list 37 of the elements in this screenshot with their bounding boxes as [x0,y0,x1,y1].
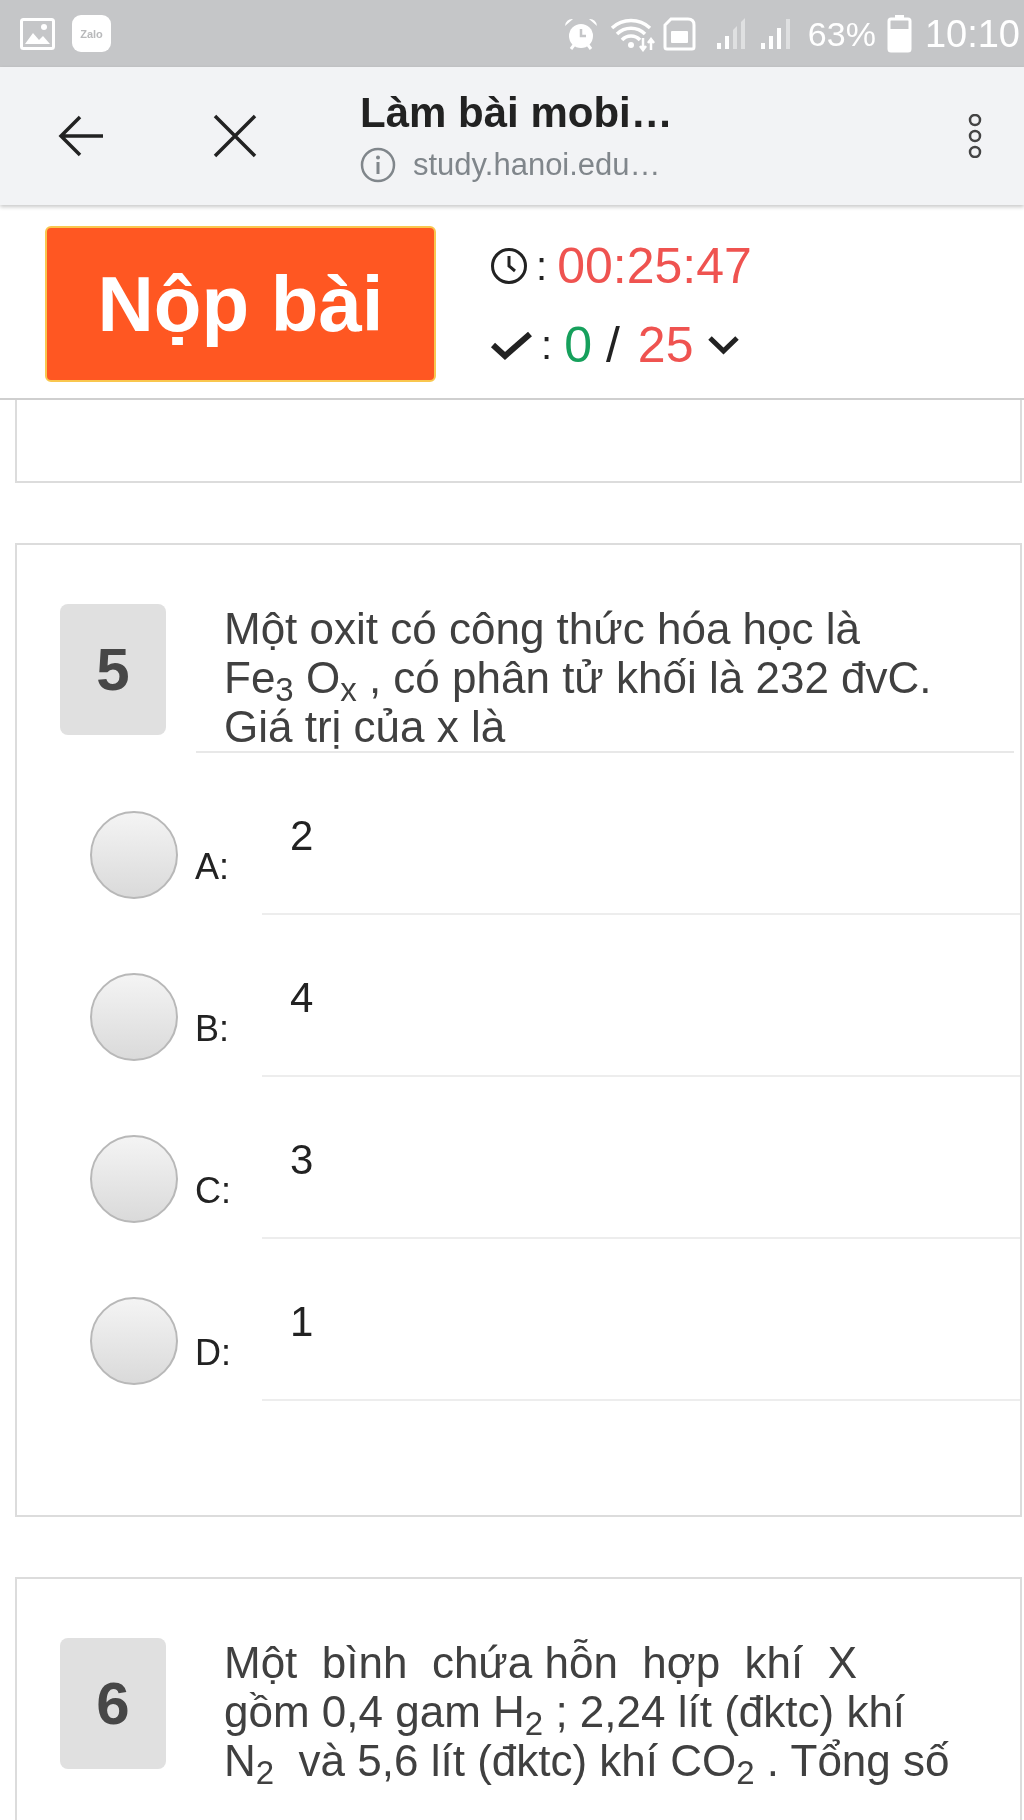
alarm-icon [562,16,599,51]
option-answer: 3 [290,1136,314,1183]
question-number: 5 [60,604,166,735]
app-notification-icon: Zalo [72,15,111,52]
info-icon[interactable] [360,147,396,183]
battery-percentage: 63% [807,13,876,54]
question-number: 6 [60,1638,166,1769]
option-letter: D: [195,1332,231,1373]
option-answer: 4 [290,974,314,1021]
option-answer: 1 [290,1298,314,1345]
question-text: Một oxit có công thức hóa học là Fe$_{3}$ O$_{x}$ , có phân tử khối là 232 đvC. Giá trị của x là [224,604,933,751]
close-icon[interactable] [213,114,257,158]
progress-separator: : [541,322,553,369]
total-count: 25 [637,316,694,374]
option-letter: B: [195,1008,229,1049]
answered-count: 0 [564,316,592,374]
clock-icon [490,247,528,285]
timer-separator: : [536,243,548,290]
check-icon [490,330,533,360]
page-title: Làm bài mobi… [360,89,673,137]
more-menu-icon[interactable] [967,114,983,158]
chevron-down-icon[interactable] [707,334,741,356]
back-arrow-icon[interactable] [57,114,105,158]
image-icon [20,17,55,50]
page-url: study.hanoi.edu… [413,147,661,183]
submit-button[interactable]: Nộp bài [45,226,436,382]
option-answer: 2 [290,812,314,859]
option-letter: A: [195,846,229,887]
signal-icon [714,16,748,51]
count-divider: / [605,316,620,374]
option-letter: C: [195,1170,231,1211]
battery-icon [886,14,912,53]
sim-card-icon [662,16,696,51]
countdown-time: 00:25:47 [557,237,752,295]
clock-time: 10:10 [924,11,1020,56]
question-text: Một bình chứa hỗn hợp khí X gồm 0,4 gam H$_{2}$ ; 2,24 lít (đktc) khí N$_{2}$ và 5,6 lít (đktc) khí CO$_{2}$ . Tổng số [224,1638,951,1785]
signal-icon [758,16,793,51]
